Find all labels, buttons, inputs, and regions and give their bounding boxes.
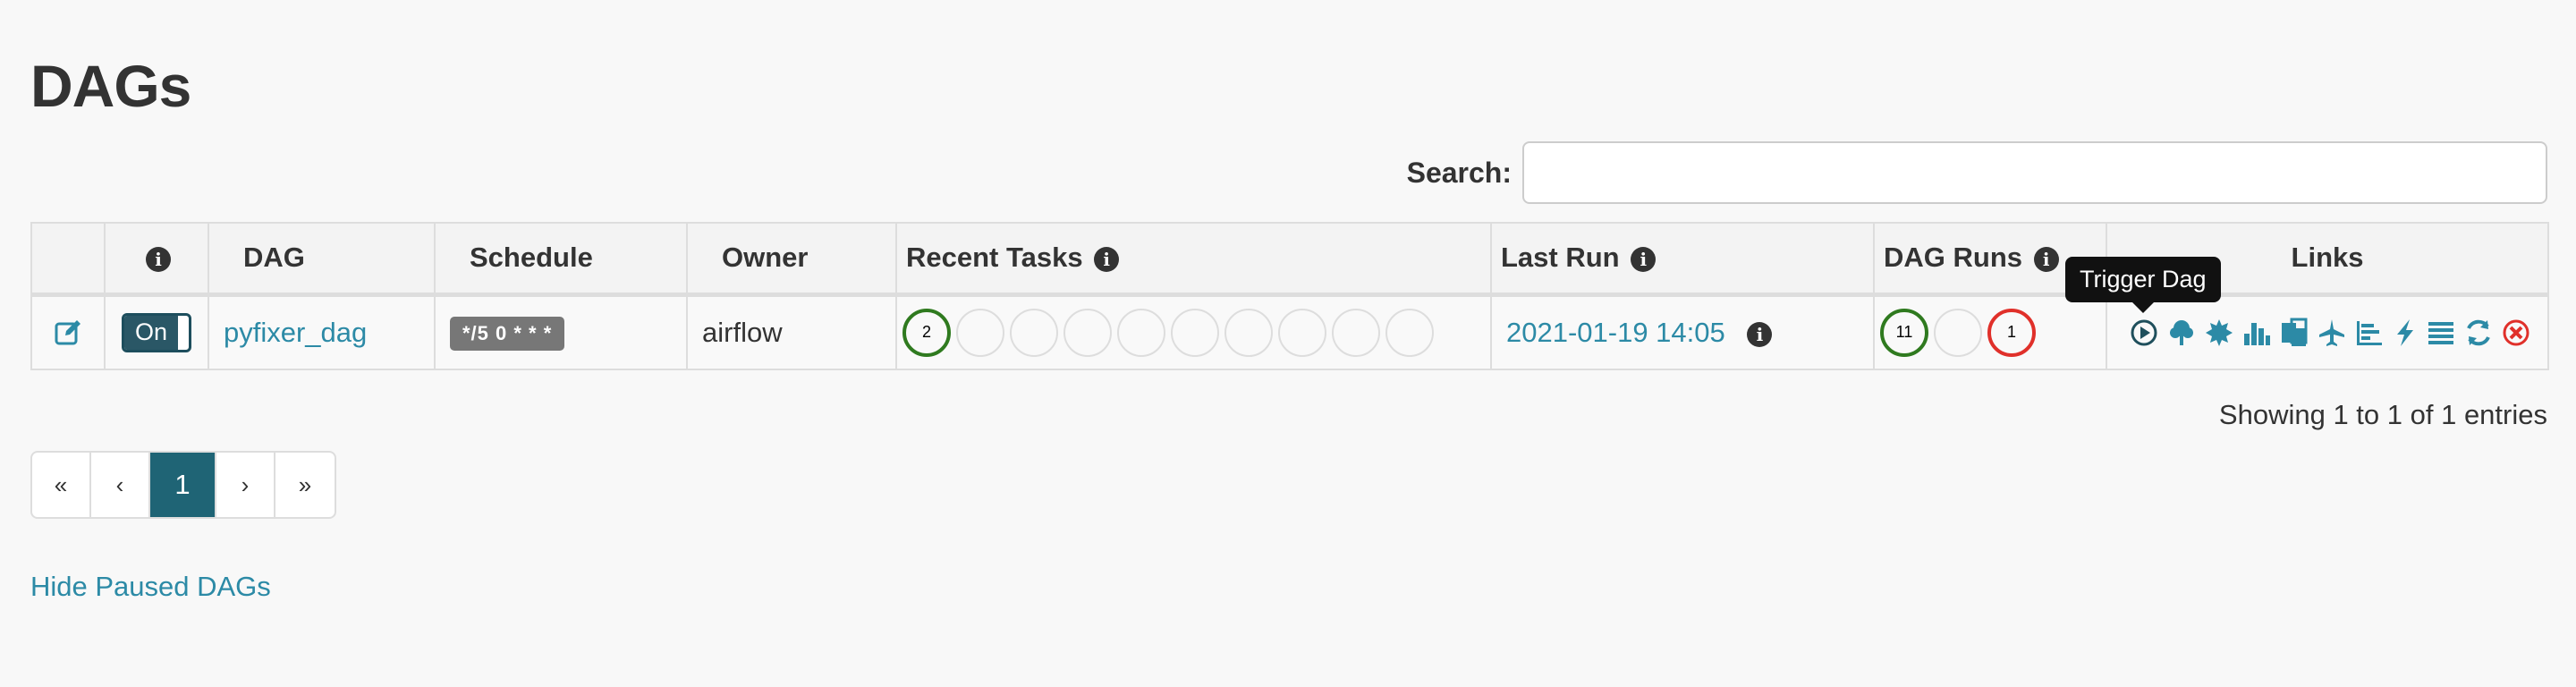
owner-cell: airflow [686, 293, 897, 370]
delete-icon[interactable] [2501, 318, 2531, 348]
recent-task-circle[interactable] [1171, 308, 1219, 357]
refresh-icon[interactable] [2463, 318, 2494, 348]
edit-icon[interactable] [47, 318, 89, 347]
schedule-cell: */5 0 * * * [434, 293, 688, 370]
header-dag[interactable]: DAG [208, 222, 436, 297]
header-edit [30, 222, 106, 297]
logs-icon[interactable] [2426, 318, 2456, 348]
hide-paused-dags-link[interactable]: Hide Paused DAGs [30, 571, 271, 603]
schedule-badge[interactable]: */5 0 * * * [450, 316, 565, 351]
dag-run-circle-running[interactable] [1934, 308, 1982, 357]
info-icon[interactable]: i [2033, 247, 2059, 273]
page-1-button[interactable]: 1 [150, 453, 216, 517]
recent-task-circle-success[interactable]: 2 [902, 308, 951, 357]
info-icon[interactable]: i [1631, 247, 1657, 273]
table-row: On pyfixer_dag */5 0 * * * airflow 2 202… [30, 293, 2549, 370]
page-title: DAGs [30, 53, 191, 119]
entries-info: Showing 1 to 1 of 1 entries [2218, 399, 2547, 430]
recent-tasks-cell: 2 [895, 293, 1492, 370]
first-page-button[interactable]: « [32, 453, 91, 517]
last-run-link[interactable]: 2021-01-19 14:05 [1506, 317, 1725, 348]
pagination: « ‹ 1 › » [30, 451, 336, 519]
search-label: Search: [1406, 156, 1512, 189]
gantt-icon[interactable] [2354, 318, 2385, 348]
toggle-on-label: On [124, 315, 178, 350]
task-tries-icon[interactable] [2279, 318, 2309, 348]
search-input[interactable] [1522, 141, 2547, 204]
dag-id-cell: pyfixer_dag [208, 293, 436, 370]
recent-task-circle[interactable] [1385, 308, 1434, 357]
header-owner[interactable]: Owner [686, 222, 897, 297]
recent-task-circle[interactable] [1224, 308, 1273, 357]
header-recent-tasks: Recent Tasks i [895, 222, 1492, 297]
dag-run-circle-failed[interactable]: 1 [1987, 308, 2036, 357]
last-run-cell: 2021-01-19 14:05 i [1490, 293, 1875, 370]
recent-task-circle[interactable] [1063, 308, 1112, 357]
toggle-cell: On [104, 293, 209, 370]
trigger-dag-tooltip: Trigger Dag [2065, 257, 2221, 313]
links-cell [2106, 293, 2549, 370]
graph-view-icon[interactable] [2204, 318, 2234, 348]
info-icon: i [146, 247, 171, 273]
header-schedule[interactable]: Schedule [434, 222, 688, 297]
tree-view-icon[interactable] [2166, 318, 2197, 348]
dag-run-circle-success[interactable]: 11 [1880, 308, 1928, 357]
landing-times-icon[interactable] [2317, 318, 2347, 348]
next-page-button[interactable]: › [216, 453, 275, 517]
info-icon[interactable]: i [1747, 321, 1773, 347]
dag-id-link[interactable]: pyfixer_dag [224, 317, 367, 348]
recent-task-circle[interactable] [1117, 308, 1165, 357]
previous-page-button[interactable]: ‹ [91, 453, 150, 517]
task-duration-icon[interactable] [2241, 318, 2272, 348]
code-icon[interactable] [2392, 318, 2419, 348]
last-page-button[interactable]: » [275, 453, 335, 517]
edit-cell [30, 293, 106, 370]
header-last-run: Last Run i [1490, 222, 1875, 297]
recent-task-circle[interactable] [956, 308, 1004, 357]
trigger-dag-icon[interactable] [2129, 318, 2159, 348]
header-info: i [104, 222, 209, 297]
info-icon[interactable]: i [1094, 247, 1120, 273]
dag-runs-cell: 11 1 [1873, 293, 2107, 370]
recent-task-circle[interactable] [1278, 308, 1326, 357]
recent-task-circle[interactable] [1332, 308, 1380, 357]
search-bar: Search: [1407, 141, 2547, 204]
dag-pause-toggle[interactable]: On [122, 312, 191, 352]
recent-task-circle[interactable] [1010, 308, 1058, 357]
